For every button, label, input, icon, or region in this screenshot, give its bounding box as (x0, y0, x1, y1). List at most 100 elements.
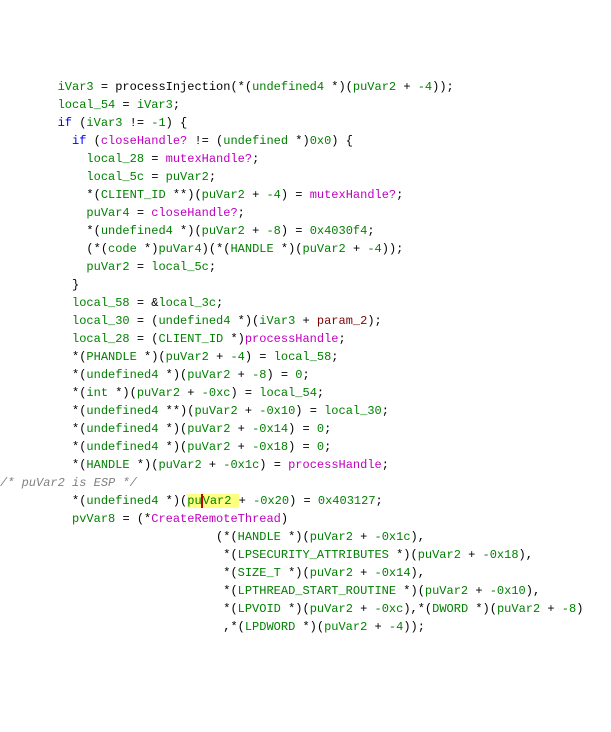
code-token: + (360, 602, 374, 616)
code-line[interactable]: local_28 = mutexHandle?; (0, 150, 611, 168)
code-token: + (252, 224, 266, 238)
code-token: undefined4 (86, 368, 165, 382)
code-token: != (130, 116, 152, 130)
code-token: *)( (166, 440, 188, 454)
code-token: pvVar8 (72, 512, 122, 526)
code-token: puVar2 (353, 80, 403, 94)
code-token: if (58, 116, 80, 130)
code-line[interactable]: if (iVar3 != -1) { (0, 114, 611, 132)
code-line[interactable]: *(undefined4 **)(puVar2 + -0x10) = local… (0, 402, 611, 420)
code-line[interactable]: *(undefined4 *)(puVar2 + -0x18) = 0; (0, 438, 611, 456)
code-token: puVar2 (310, 566, 360, 580)
code-token: undefined4 (86, 440, 165, 454)
code-token: ), (411, 530, 425, 544)
code-line[interactable]: local_5c = puVar2; (0, 168, 611, 186)
code-token: CLIENT_ID (158, 332, 230, 346)
code-token: puVar2 (187, 440, 237, 454)
code-token: ; (338, 332, 345, 346)
code-line[interactable]: *(SIZE_T *)(puVar2 + -0x14), (0, 564, 611, 582)
code-line[interactable]: *(LPSECURITY_ATTRIBUTES *)(puVar2 + -0x1… (0, 546, 611, 564)
code-line[interactable]: } (0, 276, 611, 294)
code-token: *( (86, 188, 100, 202)
code-token: /* puVar2 is ESP */ (0, 476, 137, 490)
code-token: puVar2 (166, 350, 216, 364)
code-token: puVar2 (310, 602, 360, 616)
code-token: HANDLE (86, 458, 136, 472)
code-line[interactable]: *(CLIENT_ID **)(puVar2 + -4) = mutexHand… (0, 186, 611, 204)
code-token: 0x403127 (318, 494, 376, 508)
code-token: -0x1c (375, 530, 411, 544)
code-line[interactable]: if (closeHandle? != (undefined *)0x0) { (0, 132, 611, 150)
code-line[interactable]: puVar2 = local_5c; (0, 258, 611, 276)
code-line[interactable]: *(undefined4 *)(puVar2 + -8) = 0; (0, 366, 611, 384)
code-token: undefined4 (86, 422, 165, 436)
code-token: ) = (259, 458, 288, 472)
code-token: -0x20 (253, 494, 289, 508)
code-token: + (403, 80, 417, 94)
code-token: ; (382, 404, 389, 418)
code-token: *)( (115, 386, 137, 400)
code-token: ) (576, 602, 583, 616)
code-token: *)( (288, 566, 310, 580)
code-token: + (252, 188, 266, 202)
code-token: *)( (144, 350, 166, 364)
code-token: *)( (331, 80, 353, 94)
code-token: undefined4 (86, 494, 165, 508)
code-line[interactable]: *(LPVOID *)(puVar2 + -0xc),*(DWORD *)(pu… (0, 600, 611, 618)
code-token: ; (331, 350, 338, 364)
code-token: ; (209, 170, 216, 184)
code-token: SIZE_T (238, 566, 288, 580)
code-line[interactable]: local_30 = (undefined4 *)(iVar3 + param_… (0, 312, 611, 330)
code-token: *) (144, 242, 158, 256)
code-token: *( (72, 422, 86, 436)
code-token: puVar2 (187, 368, 237, 382)
code-token: -0x10 (259, 404, 295, 418)
code-line[interactable]: (*(code *)puVar4)(*(HANDLE *)(puVar2 + -… (0, 240, 611, 258)
code-token: -1 (151, 116, 165, 130)
code-line[interactable]: local_58 = &local_3c; (0, 294, 611, 312)
code-line[interactable]: puVar4 = closeHandle?; (0, 204, 611, 222)
code-token: -8 (252, 368, 266, 382)
code-token: iVar3 (58, 80, 101, 94)
code-token: + (475, 584, 489, 598)
code-line[interactable]: (*(HANDLE *)(puVar2 + -0x1c), (0, 528, 611, 546)
code-token: puVar2 (166, 170, 209, 184)
code-line[interactable]: ,*(LPDWORD *)(puVar2 + -4)); (0, 618, 611, 636)
code-token: *) (295, 134, 309, 148)
code-token: LPTHREAD_START_ROUTINE (238, 584, 404, 598)
code-token: ) = (288, 422, 317, 436)
code-token: *( (72, 350, 86, 364)
code-token: *( (72, 440, 86, 454)
code-token: *( (72, 494, 86, 508)
code-token: = (137, 206, 151, 220)
code-line[interactable]: *(PHANDLE *)(puVar2 + -4) = local_58; (0, 348, 611, 366)
code-line[interactable]: *(LPTHREAD_START_ROUTINE *)(puVar2 + -0x… (0, 582, 611, 600)
code-token: -0x18 (252, 440, 288, 454)
code-line[interactable]: iVar3 = processInjection(*(undefined4 *)… (0, 78, 611, 96)
code-token: ; (324, 440, 331, 454)
code-token: (*( (216, 530, 238, 544)
code-token: *)( (475, 602, 497, 616)
code-line[interactable]: *(undefined4 *)(puVar2 + -0x20) = 0x4031… (0, 492, 611, 510)
code-token: mutexHandle? (310, 188, 396, 202)
code-line[interactable]: *(undefined4 *)(puVar2 + -8) = 0x4030f4; (0, 222, 611, 240)
code-line[interactable]: *(int *)(puVar2 + -0xc) = local_54; (0, 384, 611, 402)
code-line[interactable]: *(HANDLE *)(puVar2 + -0x1c) = processHan… (0, 456, 611, 474)
code-token: local_5c (86, 170, 151, 184)
code-token: PHANDLE (86, 350, 144, 364)
code-token: ; (382, 458, 389, 472)
code-line[interactable]: /* puVar2 is ESP */ (0, 474, 611, 492)
code-line[interactable]: *(undefined4 *)(puVar2 + -0x14) = 0; (0, 420, 611, 438)
code-line[interactable]: pvVar8 = (*CreateRemoteThread) (0, 510, 611, 528)
code-token: 0x0 (310, 134, 332, 148)
code-token: ; (396, 188, 403, 202)
code-line[interactable]: local_54 = iVar3; (0, 96, 611, 114)
code-token: -4 (418, 80, 432, 94)
code-line[interactable]: local_28 = (CLIENT_ID *)processHandle; (0, 330, 611, 348)
code-token: *)( (180, 224, 202, 238)
decompiler-code-view[interactable]: iVar3 = processInjection(*(undefined4 *)… (0, 78, 611, 636)
code-token: } (72, 278, 79, 292)
code-token: + (360, 566, 374, 580)
code-token: puVar2 (324, 620, 374, 634)
code-token: = (101, 80, 115, 94)
